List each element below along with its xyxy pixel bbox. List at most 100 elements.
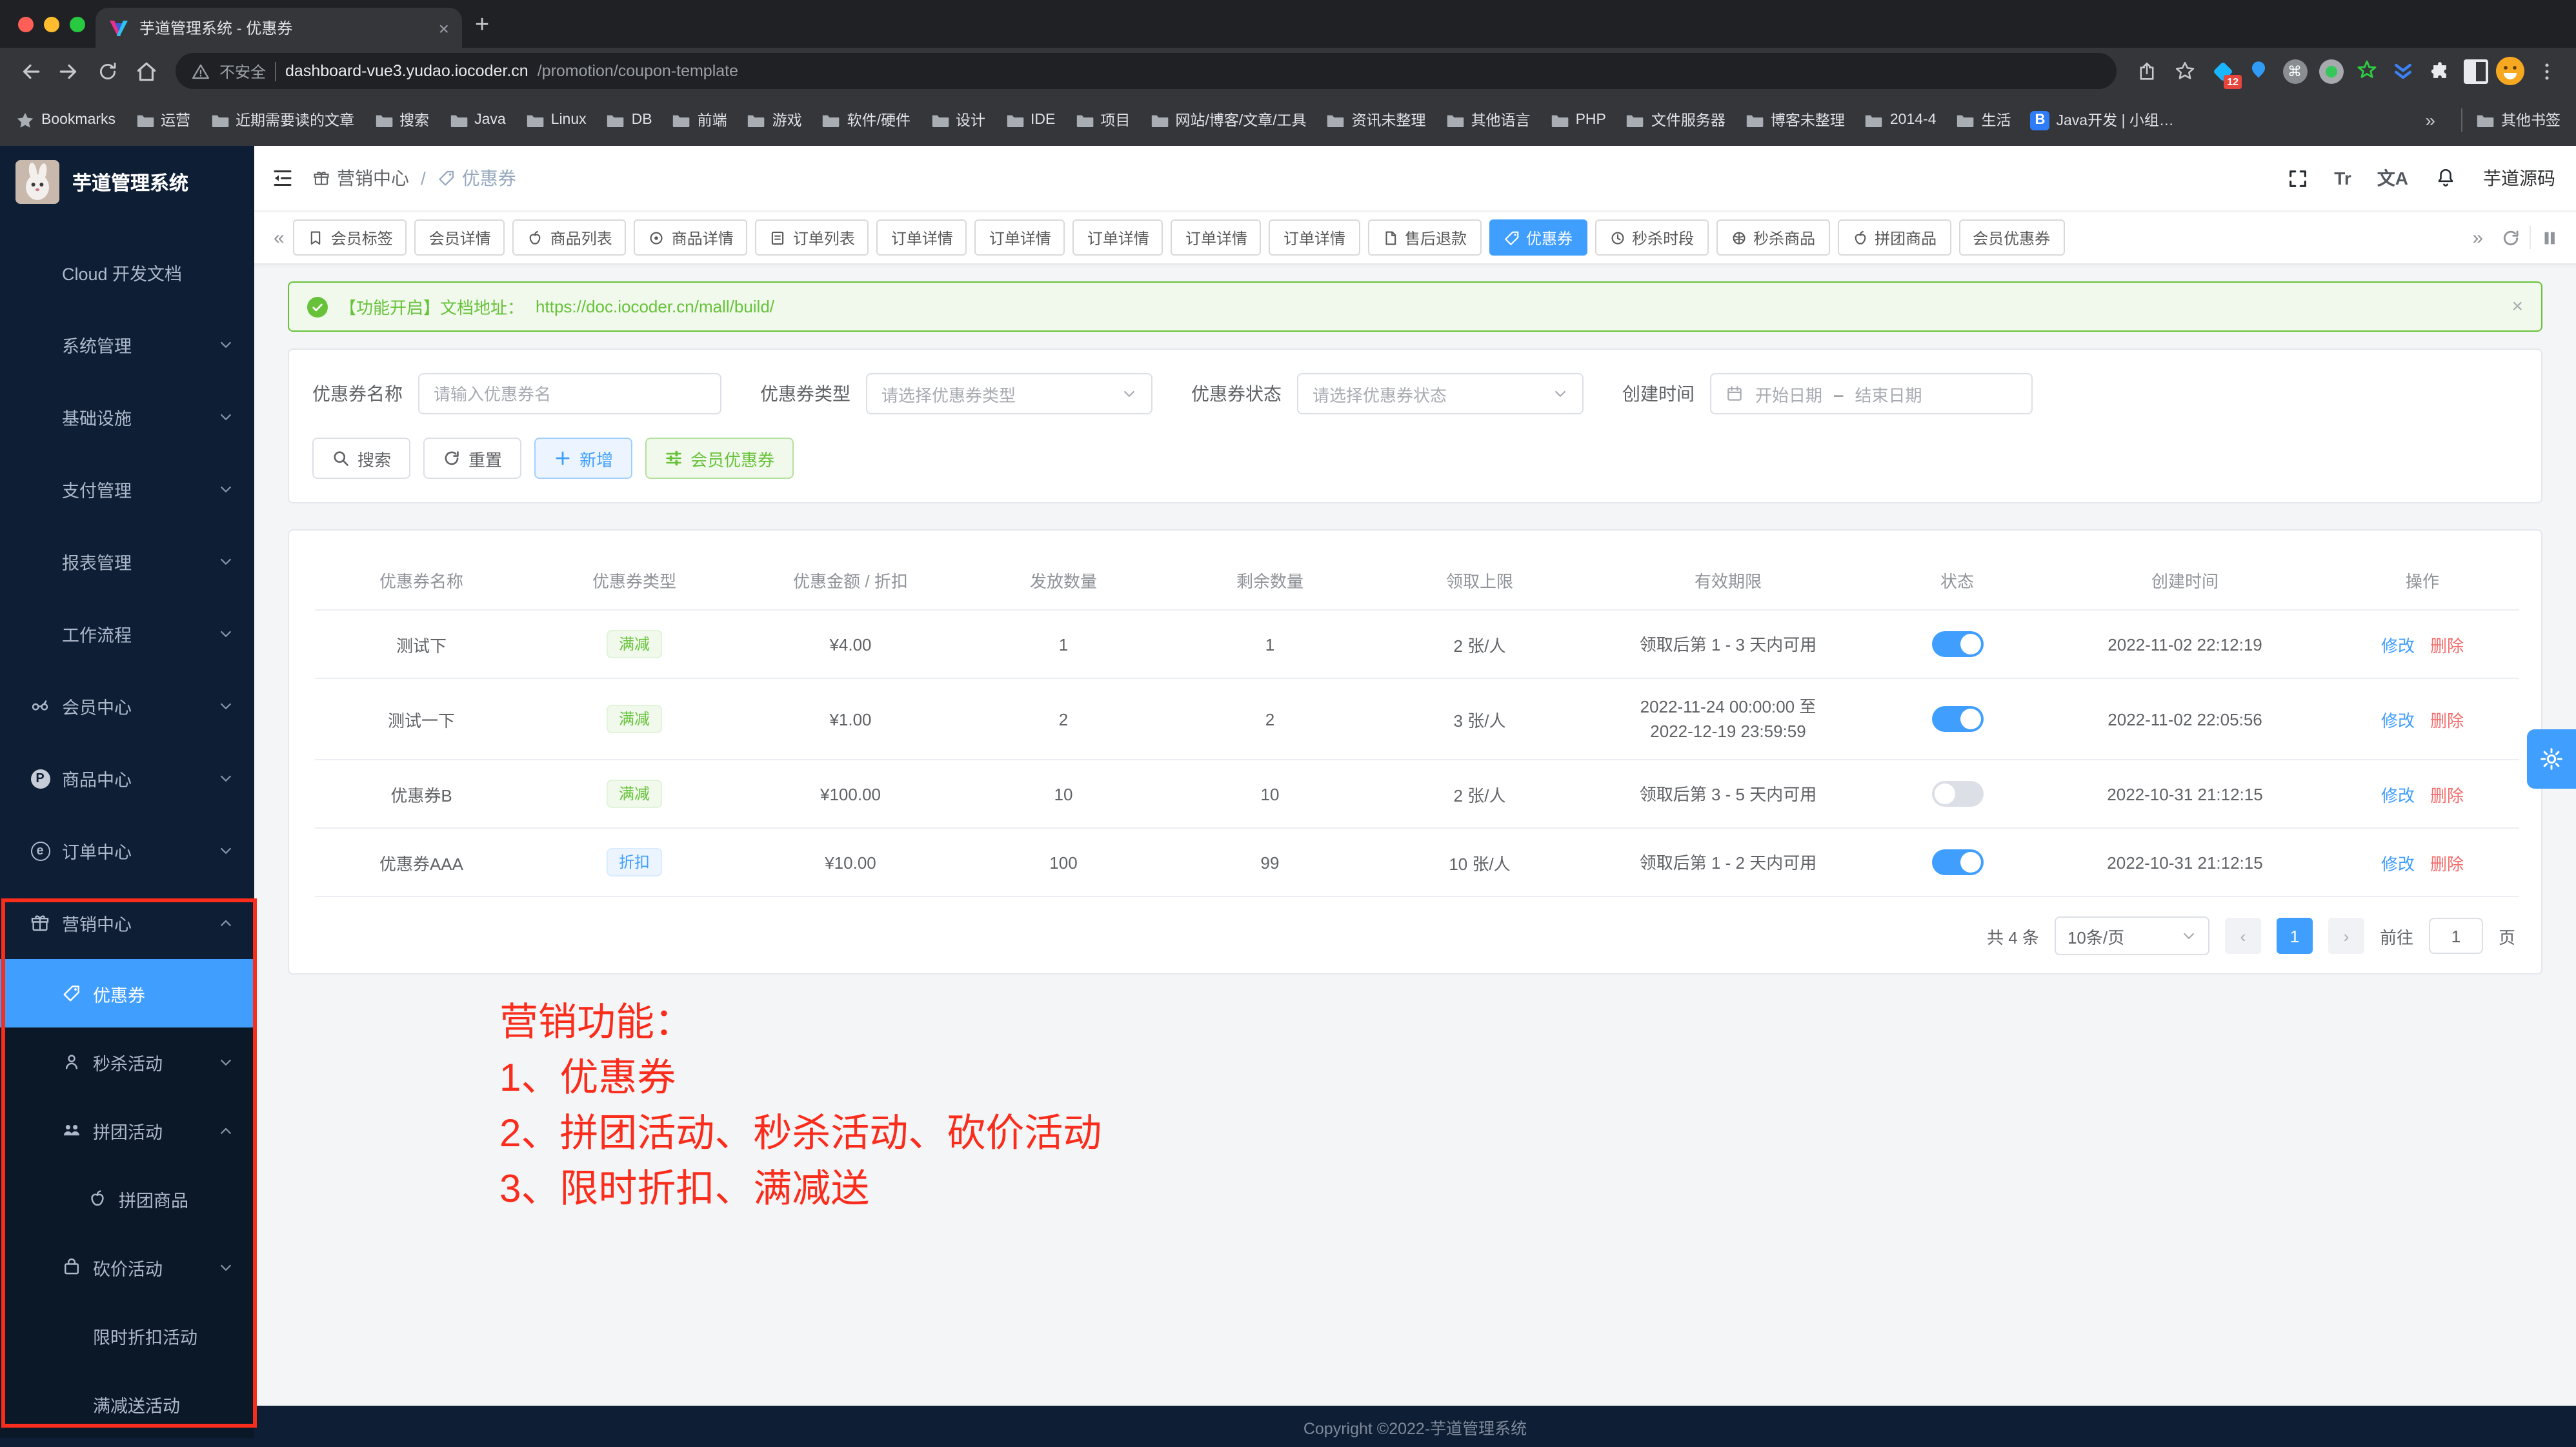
tab-seckill-product[interactable]: 秒杀商品 xyxy=(1716,219,1829,256)
sidebar-item-payment[interactable]: 支付管理 xyxy=(0,453,254,525)
tab-refund[interactable]: 售后退款 xyxy=(1367,219,1481,256)
bookmark-folder[interactable]: 设计 xyxy=(930,110,985,130)
tab-order-list[interactable]: 订单列表 xyxy=(756,219,869,256)
bookmark-folder[interactable]: 生活 xyxy=(1956,110,2011,130)
sidebar-item-group-activity[interactable]: 拼团活动 xyxy=(0,1096,254,1164)
extension-contrast-icon[interactable] xyxy=(2460,56,2491,86)
delete-link[interactable]: 删除 xyxy=(2430,854,2464,873)
end-date-placeholder[interactable]: 结束日期 xyxy=(1855,381,1922,406)
add-button[interactable]: 新增 xyxy=(534,438,632,479)
next-page-button[interactable]: › xyxy=(2328,918,2364,954)
extension-balloon-icon[interactable] xyxy=(2243,56,2274,86)
sidebar-item-discount-activity[interactable]: 限时折扣活动 xyxy=(0,1301,254,1370)
delete-link[interactable]: 删除 xyxy=(2430,636,2464,655)
page-size-select[interactable]: 10条/页 xyxy=(2055,916,2209,955)
tab-member-tag[interactable]: 会员标签 xyxy=(294,219,407,256)
fullscreen-icon[interactable] xyxy=(2286,167,2308,189)
sidebar-item-cloud-docs[interactable]: Cloud 开发文档 xyxy=(0,236,254,309)
tab-coupon-active[interactable]: 优惠券 xyxy=(1489,219,1587,256)
tab-member-detail[interactable]: 会员详情 xyxy=(415,219,505,256)
bookmark-folder[interactable]: 搜索 xyxy=(374,110,429,130)
reset-button[interactable]: 重置 xyxy=(423,438,521,479)
sidebar-item-workflow[interactable]: 工作流程 xyxy=(0,598,254,670)
bookmark-folder[interactable]: 资讯未整理 xyxy=(1326,110,1426,130)
sidebar-item-infrastructure[interactable]: 基础设施 xyxy=(0,381,254,453)
new-tab-button[interactable]: + xyxy=(475,12,489,40)
tags-scroll-left-icon[interactable]: « xyxy=(265,227,294,248)
bookmark-folder[interactable]: DB xyxy=(606,110,652,130)
sidebar-item-seckill-activity[interactable]: 秒杀活动 xyxy=(0,1027,254,1096)
bookmark-folder[interactable]: PHP xyxy=(1550,110,1606,130)
breadcrumb-marketing[interactable]: 营销中心 xyxy=(312,165,409,191)
tab-close-icon[interactable]: × xyxy=(439,19,449,37)
sidebar-item-report[interactable]: 报表管理 xyxy=(0,525,254,598)
alert-close-icon[interactable]: × xyxy=(2511,296,2523,318)
edit-link[interactable]: 修改 xyxy=(2381,711,2415,730)
status-toggle[interactable] xyxy=(1931,706,1983,732)
bookmark-folder[interactable]: Java xyxy=(448,110,506,130)
share-button[interactable] xyxy=(2129,54,2163,88)
bookmark-folder[interactable]: 近期需要读的文章 xyxy=(210,110,354,130)
zoom-window-button[interactable] xyxy=(70,17,85,32)
tab-product-list[interactable]: 商品列表 xyxy=(513,219,627,256)
browser-menu-icon[interactable] xyxy=(2530,54,2563,88)
coupon-name-input[interactable] xyxy=(418,373,721,414)
sidebar-item-reward-activity[interactable]: 满减送活动 xyxy=(0,1370,254,1438)
bookmark-star-button[interactable] xyxy=(2168,54,2202,88)
minimize-window-button[interactable] xyxy=(44,17,59,32)
search-button[interactable]: 搜索 xyxy=(312,438,410,479)
bookmark-folder[interactable]: 前端 xyxy=(672,110,727,130)
coupon-status-select[interactable]: 请选择优惠券状态 xyxy=(1297,373,1584,414)
bookmark-folder[interactable]: 博客未整理 xyxy=(1745,110,1845,130)
sidebar-item-bargain-activity[interactable]: 砍价活动 xyxy=(0,1233,254,1301)
bookmark-folder[interactable]: 文件服务器 xyxy=(1625,110,1726,130)
status-toggle[interactable] xyxy=(1931,631,1983,657)
prev-page-button[interactable]: ‹ xyxy=(2225,918,2261,954)
extension-record-icon[interactable] xyxy=(2315,56,2346,86)
edit-link[interactable]: 修改 xyxy=(2381,854,2415,873)
bookmark-folder[interactable]: IDE xyxy=(1005,110,1055,130)
close-window-button[interactable] xyxy=(18,17,34,32)
bookmark-folder[interactable]: 网站/博客/文章/工具 xyxy=(1149,110,1306,130)
status-toggle[interactable] xyxy=(1931,849,1983,875)
settings-fab[interactable] xyxy=(2527,729,2576,789)
bookmark-folder[interactable]: 其他语言 xyxy=(1445,110,1531,130)
collapse-sidebar-icon[interactable] xyxy=(271,167,294,190)
tab-order-detail[interactable]: 订单详情 xyxy=(975,219,1065,256)
profile-avatar[interactable] xyxy=(2496,57,2524,85)
delete-link[interactable]: 删除 xyxy=(2430,711,2464,730)
edit-link[interactable]: 修改 xyxy=(2381,785,2415,805)
tab-seckill-time[interactable]: 秒杀时段 xyxy=(1595,219,1708,256)
bookmark-folder[interactable]: 软件/硬件 xyxy=(821,110,911,130)
sidebar-item-product-center[interactable]: P商品中心 xyxy=(0,742,254,815)
extensions-puzzle-icon[interactable] xyxy=(2424,56,2455,86)
sidebar-item-marketing-center[interactable]: 营销中心 xyxy=(0,887,254,959)
tab-order-detail[interactable]: 订单详情 xyxy=(1269,219,1360,256)
sidebar-item-coupon[interactable]: 优惠券 xyxy=(0,959,254,1027)
bookmarks-overflow-chevron[interactable]: » xyxy=(2425,110,2435,130)
bookmark-link[interactable]: B Java开发 | 小组首... xyxy=(2031,110,2175,130)
bookmark-folder[interactable]: 项目 xyxy=(1074,110,1130,130)
start-date-placeholder[interactable]: 开始日期 xyxy=(1755,381,1822,406)
sidebar-item-member-center[interactable]: 会员中心 xyxy=(0,670,254,742)
edit-link[interactable]: 修改 xyxy=(2381,636,2415,655)
bookmark-folder[interactable]: 游戏 xyxy=(747,110,802,130)
app-logo[interactable]: 芋道管理系统 xyxy=(0,146,254,218)
member-coupon-button[interactable]: 会员优惠券 xyxy=(645,438,794,479)
extension-chevrons-icon[interactable] xyxy=(2388,56,2419,86)
sidebar-item-system[interactable]: 系统管理 xyxy=(0,309,254,381)
tab-product-detail[interactable]: 商品详情 xyxy=(634,219,748,256)
reload-button[interactable] xyxy=(90,54,124,88)
bookmarks-root[interactable]: Bookmarks xyxy=(15,110,116,130)
username[interactable]: 芋道源码 xyxy=(2483,165,2555,191)
alert-link[interactable]: https://doc.iocoder.cn/mall/build/ xyxy=(536,297,774,316)
goto-page-input[interactable] xyxy=(2429,918,2483,954)
bookmark-folder[interactable]: Linux xyxy=(525,110,587,130)
tags-layout-icon[interactable] xyxy=(2531,228,2568,247)
tab-group-product[interactable]: 拼团商品 xyxy=(1837,219,1951,256)
locale-icon[interactable]: 文A xyxy=(2377,165,2408,191)
tags-scroll-right-icon[interactable]: » xyxy=(2463,227,2492,248)
tab-order-detail[interactable]: 订单详情 xyxy=(1171,219,1262,256)
status-toggle[interactable] xyxy=(1931,781,1983,807)
page-number-button[interactable]: 1 xyxy=(2277,918,2313,954)
